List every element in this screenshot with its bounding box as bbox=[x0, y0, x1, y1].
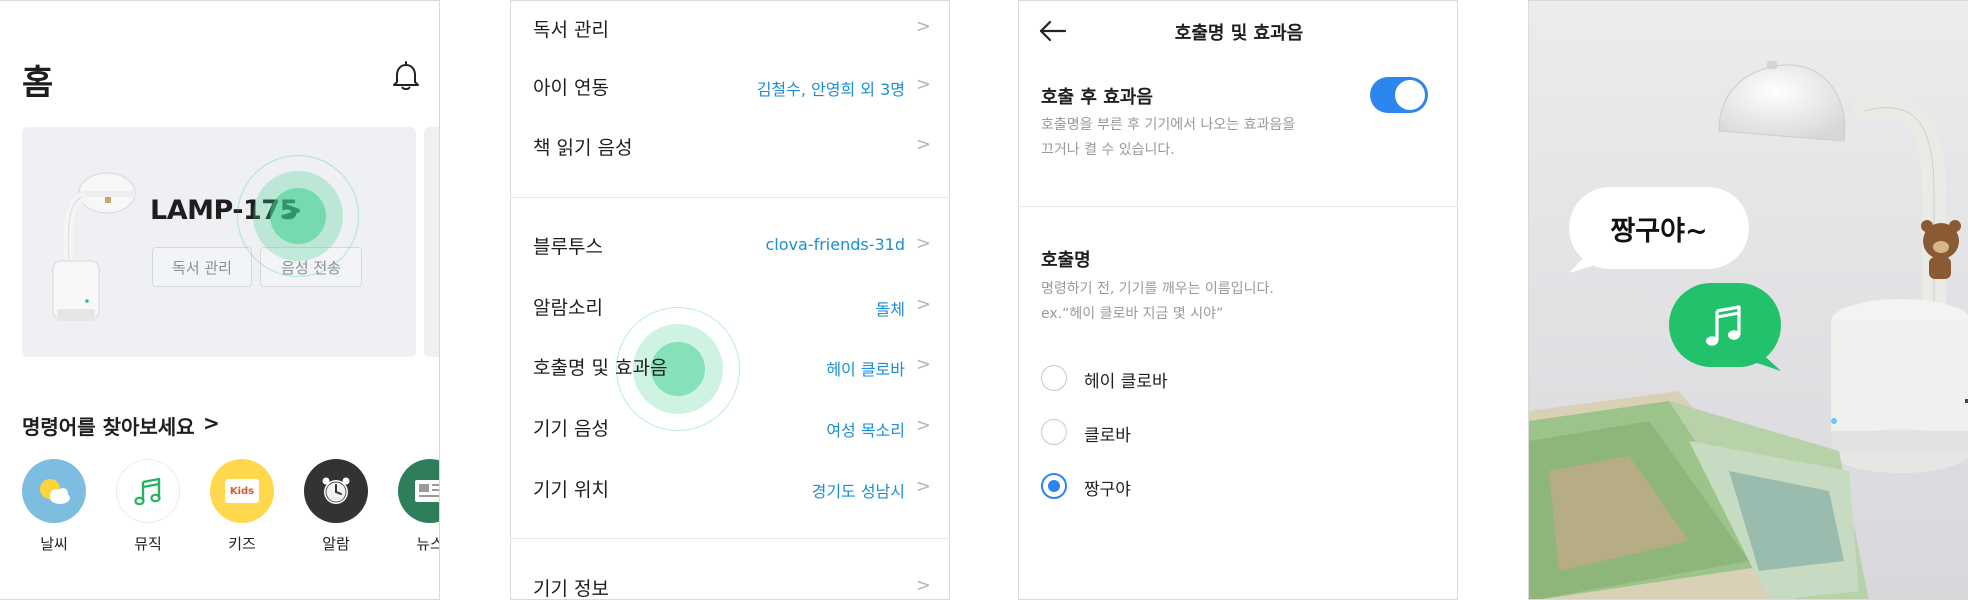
row-label: 알람소리 bbox=[533, 297, 603, 319]
commands-title[interactable]: 명령어를 찾아보세요 bbox=[22, 411, 195, 440]
category-kids[interactable]: Kids 키즈 bbox=[208, 459, 276, 554]
chevron-right-icon: > bbox=[915, 575, 931, 596]
settings-row-device-info[interactable]: 기기 정보 > bbox=[511, 560, 949, 600]
touch-indicator-core bbox=[270, 188, 326, 244]
settings-row-bluetooth[interactable]: 블루투스 clova-friends-31d > bbox=[511, 218, 949, 276]
row-label: 책 읽기 음성 bbox=[533, 137, 633, 159]
settings-row-location[interactable]: 기기 위치 경기도 성남시 > bbox=[511, 461, 949, 519]
category-label: 날씨 bbox=[40, 535, 68, 553]
option-label: 클로바 bbox=[1084, 426, 1131, 446]
chevron-right-icon: > bbox=[915, 134, 931, 155]
reading-manage-chip[interactable]: 독서 관리 bbox=[152, 247, 252, 287]
category-label: 뉴스 bbox=[416, 535, 439, 553]
row-value: 돌체 bbox=[875, 300, 905, 319]
wake-desc-line: 명령하기 전, 기기를 깨우는 이름입니다. bbox=[1041, 281, 1274, 297]
wake-name-description: 명령하기 전, 기기를 깨우는 이름입니다. ex.“헤이 클로바 지금 몇 시… bbox=[1041, 277, 1274, 327]
row-value: 김철수, 안영희 외 3명 bbox=[756, 80, 905, 99]
chevron-right-icon: > bbox=[915, 294, 931, 315]
settings-row-device-voice[interactable]: 기기 음성 여성 목소리 > bbox=[511, 400, 949, 458]
effect-title: 호출 후 효과음 bbox=[1041, 87, 1153, 108]
effect-desc-line: 호출명을 부른 후 기기에서 나오는 효과음을 bbox=[1041, 117, 1296, 133]
speech-bubble: 짱구야~ bbox=[1569, 187, 1749, 269]
page-title: 호출명 및 효과음 bbox=[1174, 23, 1304, 44]
row-label: 기기 정보 bbox=[533, 578, 609, 600]
row-label: 아이 연동 bbox=[533, 77, 609, 99]
section-divider bbox=[511, 197, 949, 198]
chevron-right-icon: > bbox=[915, 354, 931, 375]
category-label: 뮤직 bbox=[134, 535, 162, 553]
chevron-right-icon: > bbox=[915, 16, 931, 37]
effect-description: 호출명을 부른 후 기기에서 나오는 효과음을 끄거나 켤 수 있습니다. bbox=[1041, 113, 1295, 163]
lamp-image bbox=[52, 172, 136, 321]
music-note-icon bbox=[1706, 305, 1741, 346]
row-label: 호출명 및 효과음 bbox=[533, 357, 668, 379]
row-label: 기기 위치 bbox=[533, 479, 609, 501]
home-screen: 홈 LAMP-175 > 독서 관리 음성 전송 명령어를 찾아보세요 > bbox=[0, 0, 440, 600]
radio-button-selected[interactable] bbox=[1041, 473, 1067, 499]
category-alarm[interactable]: 알람 bbox=[302, 459, 370, 554]
chevron-right-icon: > bbox=[915, 74, 931, 95]
wake-word-screen: 호출명 및 효과음 호출 후 효과음 호출명을 부른 후 기기에서 나오는 효과… bbox=[1018, 0, 1458, 600]
row-label: 블루투스 bbox=[533, 236, 603, 258]
effect-toggle[interactable] bbox=[1370, 77, 1428, 113]
category-label: 키즈 bbox=[228, 535, 256, 553]
settings-row-reading-voice[interactable]: 책 읽기 음성 > bbox=[511, 119, 949, 177]
product-photo: 짱구야~ bbox=[1528, 0, 1968, 600]
row-label: 기기 음성 bbox=[533, 418, 609, 440]
alarm-clock-icon bbox=[304, 459, 368, 523]
device-card-next[interactable] bbox=[424, 127, 439, 357]
toggle-knob bbox=[1395, 80, 1425, 110]
radio-button[interactable] bbox=[1041, 365, 1067, 391]
chevron-right-icon: > bbox=[915, 415, 931, 436]
chevron-right-icon[interactable]: > bbox=[203, 411, 220, 435]
wake-name-title: 호출명 bbox=[1041, 250, 1091, 271]
category-weather[interactable]: 날씨 bbox=[20, 459, 88, 554]
row-value: 경기도 성남시 bbox=[811, 482, 905, 501]
music-note-icon bbox=[116, 459, 180, 523]
category-news[interactable]: 뉴스 bbox=[396, 459, 439, 554]
wake-desc-line: ex.“헤이 클로바 지금 몇 시야” bbox=[1041, 306, 1224, 322]
device-card[interactable]: LAMP-175 > 독서 관리 음성 전송 bbox=[22, 127, 416, 357]
section-divider bbox=[1019, 206, 1457, 207]
section-divider bbox=[511, 538, 949, 539]
chevron-right-icon: > bbox=[915, 233, 931, 254]
bell-icon[interactable] bbox=[388, 59, 424, 95]
news-icon bbox=[398, 459, 439, 523]
effect-desc-line: 끄거나 켤 수 있습니다. bbox=[1041, 142, 1175, 158]
row-value: 여성 목소리 bbox=[826, 421, 905, 440]
row-label: 독서 관리 bbox=[533, 19, 609, 41]
kids-book-icon: Kids bbox=[210, 459, 274, 523]
row-value: clova-friends-31d bbox=[765, 235, 906, 254]
page-title: 홈 bbox=[22, 63, 54, 103]
category-label: 알람 bbox=[322, 535, 350, 553]
option-label: 짱구야 bbox=[1084, 480, 1131, 500]
category-music[interactable]: 뮤직 bbox=[114, 459, 182, 554]
settings-screen: 독서 관리 > 아이 연동 김철수, 안영희 외 3명 > 책 읽기 음성 > … bbox=[510, 0, 950, 600]
chevron-right-icon: > bbox=[915, 476, 931, 497]
reply-bubble bbox=[1669, 283, 1781, 367]
settings-row-reading[interactable]: 독서 관리 > bbox=[511, 1, 949, 59]
kids-badge: Kids bbox=[225, 479, 259, 503]
settings-row-alarm-sound[interactable]: 알람소리 돌체 > bbox=[511, 279, 949, 337]
option-label: 헤이 클로바 bbox=[1084, 372, 1168, 392]
weather-icon bbox=[22, 459, 86, 523]
row-value: 헤이 클로바 bbox=[826, 360, 905, 379]
radio-button[interactable] bbox=[1041, 419, 1067, 445]
settings-row-children[interactable]: 아이 연동 김철수, 안영희 외 3명 > bbox=[511, 59, 949, 117]
